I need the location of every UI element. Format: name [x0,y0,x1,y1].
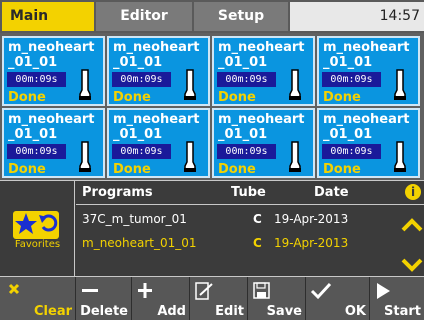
scroll-up-icon[interactable] [400,217,424,233]
delete-button[interactable]: Delete [76,277,132,320]
scroll-down-icon[interactable] [400,257,424,273]
slot-timer: 00m:09s [322,144,381,159]
favorites-label: Favorites [14,239,61,250]
slot-status: Done [323,90,361,105]
slot-status: Done [113,162,151,177]
slot-program-name: m_neoheart _01_01 [113,112,200,142]
tube-icon [184,141,196,172]
add-label: Add [157,304,186,319]
slot-3[interactable]: m_neoheart _01_01 00m:09s Done [212,36,315,106]
tube-icon [394,141,406,172]
start-button[interactable]: Start [370,277,424,320]
program-tube: C [253,236,262,250]
minus-icon [82,289,98,292]
clear-button[interactable]: Clear [0,277,76,320]
program-name: 37C_m_tumor_01 [82,212,187,226]
slot-status: Done [218,162,256,177]
slot-1[interactable]: m_neoheart _01_01 00m:09s Done [2,36,105,106]
program-tube: C [253,212,262,226]
program-date: 19-Apr-2013 [274,212,349,226]
checkmark-icon [310,282,332,300]
slot-program-name: m_neoheart _01_01 [218,40,305,70]
program-name: m_neoheart_01_01 [82,236,197,250]
tube-icon [184,69,196,100]
edit-label: Edit [215,304,244,319]
slot-status: Done [8,162,46,177]
tube-icon [79,69,91,100]
slot-status: Done [113,90,151,105]
ok-button[interactable]: OK [306,277,370,320]
tube-icon [289,141,301,172]
slot-program-name: m_neoheart _01_01 [8,40,95,70]
delete-label: Delete [80,304,128,319]
tab-setup[interactable]: Setup [194,2,288,31]
slot-timer: 00m:09s [112,72,171,87]
start-label: Start [384,304,421,319]
close-icon [8,283,20,295]
play-icon [377,283,390,299]
add-button[interactable]: Add [132,277,190,320]
slot-8[interactable]: m_neoheart _01_01 00m:09s Done [317,108,420,178]
slot-6[interactable]: m_neoheart _01_01 00m:09s Done [107,108,210,178]
programs-table-header: Programs Tube Date i [76,181,424,205]
tube-icon [289,69,301,100]
program-date: 19-Apr-2013 [274,236,349,250]
column-header-programs: Programs [82,185,153,200]
program-panel: Favorites Programs Tube Date i 37C_m_tum… [0,180,424,276]
info-icon[interactable]: i [405,184,421,200]
column-header-date: Date [314,185,349,200]
slot-status: Done [218,90,256,105]
tube-icon [79,141,91,172]
slot-7[interactable]: m_neoheart _01_01 00m:09s Done [212,108,315,178]
slot-2[interactable]: m_neoheart _01_01 00m:09s Done [107,36,210,106]
program-row-selected[interactable]: m_neoheart_01_01 C 19-Apr-2013 [76,231,396,255]
edit-icon [195,282,213,300]
clock: 14:57 [290,2,424,31]
slot-timer: 00m:09s [7,144,66,159]
slot-grid: m_neoheart _01_01 00m:09s Done m_neohear… [0,33,424,180]
save-button[interactable]: Save [248,277,306,320]
slot-program-name: m_neoheart _01_01 [113,40,200,70]
slot-program-name: m_neoheart _01_01 [323,112,410,142]
program-row[interactable]: 37C_m_tumor_01 C 19-Apr-2013 [76,207,396,231]
slot-program-name: m_neoheart _01_01 [323,40,410,70]
bottom-toolbar: Clear Delete Add Edit Save OK Start [0,276,424,320]
slot-timer: 00m:09s [7,72,66,87]
slot-timer: 00m:09s [217,144,276,159]
slot-timer: 00m:09s [217,72,276,87]
slot-status: Done [8,90,46,105]
tab-bar: Main menu Editor Setup 14:57 [0,0,424,53]
star-refresh-icon [13,211,59,239]
tab-main-menu[interactable]: Main menu [2,2,94,53]
slot-program-name: m_neoheart _01_01 [218,112,305,142]
edit-button[interactable]: Edit [190,277,248,320]
ok-label: OK [344,304,366,319]
slot-5[interactable]: m_neoheart _01_01 00m:09s Done [2,108,105,178]
clear-label: Clear [34,304,72,319]
slot-timer: 00m:09s [322,72,381,87]
tube-icon [394,69,406,100]
save-label: Save [266,304,302,319]
plus-icon [138,283,152,298]
tab-editor[interactable]: Editor [96,2,192,31]
column-header-tube: Tube [231,185,266,200]
favorites-button[interactable]: Favorites [0,181,75,276]
slot-4[interactable]: m_neoheart _01_01 00m:09s Done [317,36,420,106]
slot-timer: 00m:09s [112,144,171,159]
floppy-disk-icon [253,282,270,299]
slot-program-name: m_neoheart _01_01 [8,112,95,142]
slot-status: Done [323,162,361,177]
